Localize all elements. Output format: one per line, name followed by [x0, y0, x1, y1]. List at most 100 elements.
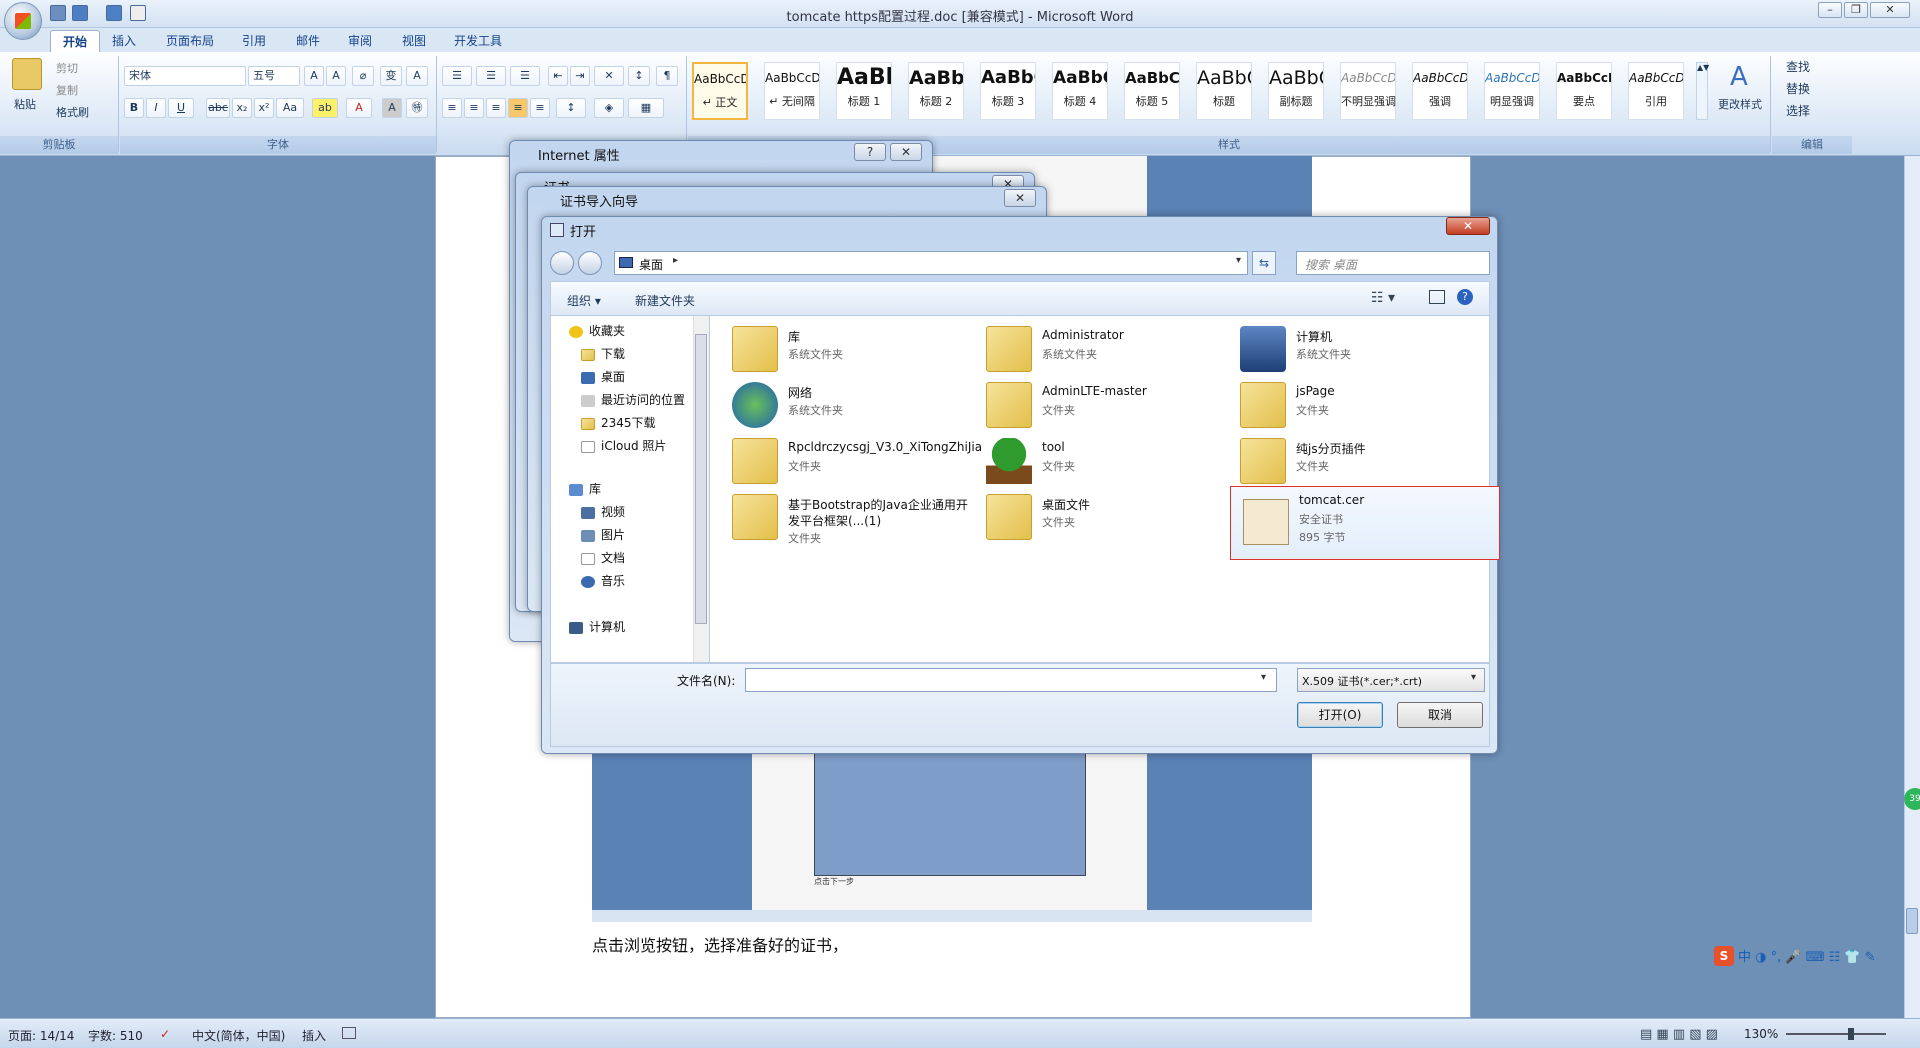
file-item[interactable]: 库系统文件夹 [732, 324, 982, 376]
restore-button[interactable]: ❐ [1844, 2, 1868, 18]
shading-icon[interactable]: ◈ [594, 98, 624, 118]
shrink-font-icon[interactable]: A [326, 66, 346, 86]
style-item[interactable]: AaBbCcDd不明显强调 [1340, 62, 1396, 120]
nav-videos[interactable]: 视频 [581, 501, 625, 523]
italic-icon[interactable]: I [146, 98, 166, 118]
nav-icloud-photos[interactable]: iCloud 照片 [581, 435, 666, 457]
file-item[interactable]: Rpcldrczycsgj_V3.0_XiTongZhiJia 文件夹 [732, 436, 982, 488]
styles-scroll-button[interactable]: ▲▼ [1696, 62, 1709, 120]
forward-button[interactable] [578, 251, 602, 275]
close-button[interactable]: ✕ [1446, 217, 1490, 235]
numbering-icon[interactable]: ☰ [476, 66, 506, 86]
change-styles-button[interactable]: 更改样式 [1718, 96, 1762, 112]
grow-font-icon[interactable]: A [304, 66, 324, 86]
bold-icon[interactable]: B [124, 98, 144, 118]
style-item[interactable]: AaBbC标题 4 [1052, 62, 1108, 120]
format-painter-button[interactable]: 格式刷 [56, 104, 89, 120]
file-item[interactable]: jsPage 文件夹 [1240, 380, 1490, 432]
nav-downloads[interactable]: 下载 [581, 343, 625, 365]
char-border-icon[interactable]: A [406, 66, 428, 86]
refresh-icon[interactable]: ⇆ [1252, 251, 1276, 275]
nav-computer[interactable]: 计算机 [569, 616, 625, 638]
tab-references[interactable]: 引用 [230, 30, 278, 52]
borders-icon[interactable]: ▦ [628, 98, 664, 118]
cancel-button[interactable]: 取消 [1397, 702, 1483, 728]
align-right-icon[interactable]: ≡ [486, 98, 506, 118]
nav-documents[interactable]: 文档 [581, 547, 625, 569]
zoom-slider-thumb[interactable] [1848, 1028, 1854, 1040]
nav-desktop[interactable]: 桌面 [581, 366, 625, 388]
highlight-icon[interactable]: ab [312, 98, 338, 118]
vertical-scrollbar[interactable] [1904, 156, 1920, 1018]
save-icon[interactable] [50, 5, 66, 21]
change-styles-icon[interactable]: A [1730, 62, 1748, 92]
paste-icon[interactable] [12, 58, 42, 90]
phonetic-icon[interactable]: 变 [380, 66, 402, 86]
superscript-icon[interactable]: x² [254, 98, 274, 118]
decrease-indent-icon[interactable]: ⇤ [548, 66, 568, 86]
style-item[interactable]: AaBbC副标题 [1268, 62, 1324, 120]
new-folder-button[interactable]: 新建文件夹 [635, 292, 695, 309]
nav-favorites[interactable]: 收藏夹 [569, 320, 625, 342]
file-item[interactable]: 纯js分页插件 文件夹 [1240, 436, 1490, 488]
style-item[interactable]: AaBbCcDd↵ 无间隔 [764, 62, 820, 120]
nav-library[interactable]: 库 [569, 478, 601, 500]
style-item[interactable]: AaBbC标题 3 [980, 62, 1036, 120]
minimize-button[interactable]: – [1818, 2, 1842, 18]
scrollbar-thumb[interactable] [1906, 908, 1918, 934]
style-item[interactable]: AaBbCcDd↵ 正文 [692, 62, 748, 120]
multilevel-list-icon[interactable]: ☰ [510, 66, 540, 86]
open-button[interactable]: 打开(O) [1297, 702, 1383, 728]
justify-icon[interactable]: ≡ [508, 98, 528, 118]
print-preview-icon[interactable] [130, 5, 146, 21]
replace-button[interactable]: 替换 [1786, 80, 1810, 97]
chevron-down-icon[interactable]: ▾ [1471, 672, 1476, 683]
chevron-down-icon[interactable]: ▾ [1236, 255, 1241, 266]
search-input[interactable]: 搜索 桌面 [1296, 251, 1490, 275]
file-item[interactable]: Administrator 系统文件夹 [986, 324, 1236, 376]
file-item[interactable]: 计算机 系统文件夹 [1240, 324, 1490, 376]
preview-pane-icon[interactable] [1429, 290, 1445, 304]
language-status[interactable]: 中文(简体，中国) [192, 1027, 285, 1044]
underline-icon[interactable]: U [168, 98, 194, 118]
page-count[interactable]: 页面: 14/14 [8, 1027, 74, 1044]
font-color-icon[interactable]: A [346, 98, 372, 118]
enclosed-char-icon[interactable]: ㊕ [406, 98, 428, 118]
chevron-down-icon[interactable]: ▾ [1261, 672, 1266, 683]
float-badge-icon[interactable]: 39 [1904, 788, 1920, 810]
sort-icon[interactable]: ↕ [628, 66, 650, 86]
file-item[interactable]: AdminLTE-master 文件夹 [986, 380, 1236, 432]
help-icon[interactable]: ? [1457, 289, 1473, 305]
nav-2345-downloads[interactable]: 2345下载 [581, 412, 656, 434]
paste-button[interactable]: 粘贴 [14, 96, 36, 112]
nav-music[interactable]: 音乐 [581, 570, 625, 592]
show-marks-icon[interactable]: ¶ [656, 66, 678, 86]
tab-insert[interactable]: 插入 [100, 30, 148, 52]
tab-mailings[interactable]: 邮件 [284, 30, 332, 52]
style-item[interactable]: AaBbCcDd要点 [1556, 62, 1612, 120]
file-item-selected[interactable]: tomcat.cer 安全证书 895 字节 [1230, 486, 1500, 560]
increase-indent-icon[interactable]: ⇥ [570, 66, 590, 86]
tab-home[interactable]: 开始 [50, 30, 101, 52]
close-window-button[interactable]: ✕ [1870, 2, 1910, 18]
nav-pictures[interactable]: 图片 [581, 524, 625, 546]
style-item[interactable]: AaBbC标题 2 [908, 62, 964, 120]
filename-input[interactable] [745, 668, 1277, 692]
insert-mode[interactable]: 插入 [302, 1027, 326, 1044]
office-button[interactable] [4, 2, 42, 40]
style-item[interactable]: AaBbCc标题 5 [1124, 62, 1180, 120]
style-item[interactable]: AaBbCcDd强调 [1412, 62, 1468, 120]
file-item[interactable]: tool 文件夹 [986, 436, 1236, 488]
char-shading-icon[interactable]: A [382, 98, 402, 118]
file-item[interactable]: 基于Bootstrap的Java企业通用开 发平台框架(...(1) 文件夹 [732, 492, 982, 552]
distributed-icon[interactable]: ≡ [530, 98, 550, 118]
view-buttons[interactable]: ▤ ▦ ▥ ▧ ▨ [1640, 1027, 1718, 1042]
zoom-slider[interactable] [1786, 1033, 1886, 1035]
font-name-select[interactable]: 宋体 [124, 66, 246, 86]
clear-format-icon[interactable]: ⌀ [352, 66, 374, 86]
undo-icon[interactable] [72, 5, 88, 21]
style-item[interactable]: AaBbCcDd明显强调 [1484, 62, 1540, 120]
chinese-layout-icon[interactable]: ✕ [594, 66, 624, 86]
font-size-select[interactable]: 五号 [248, 66, 300, 86]
change-case-icon[interactable]: Aa [276, 98, 304, 118]
